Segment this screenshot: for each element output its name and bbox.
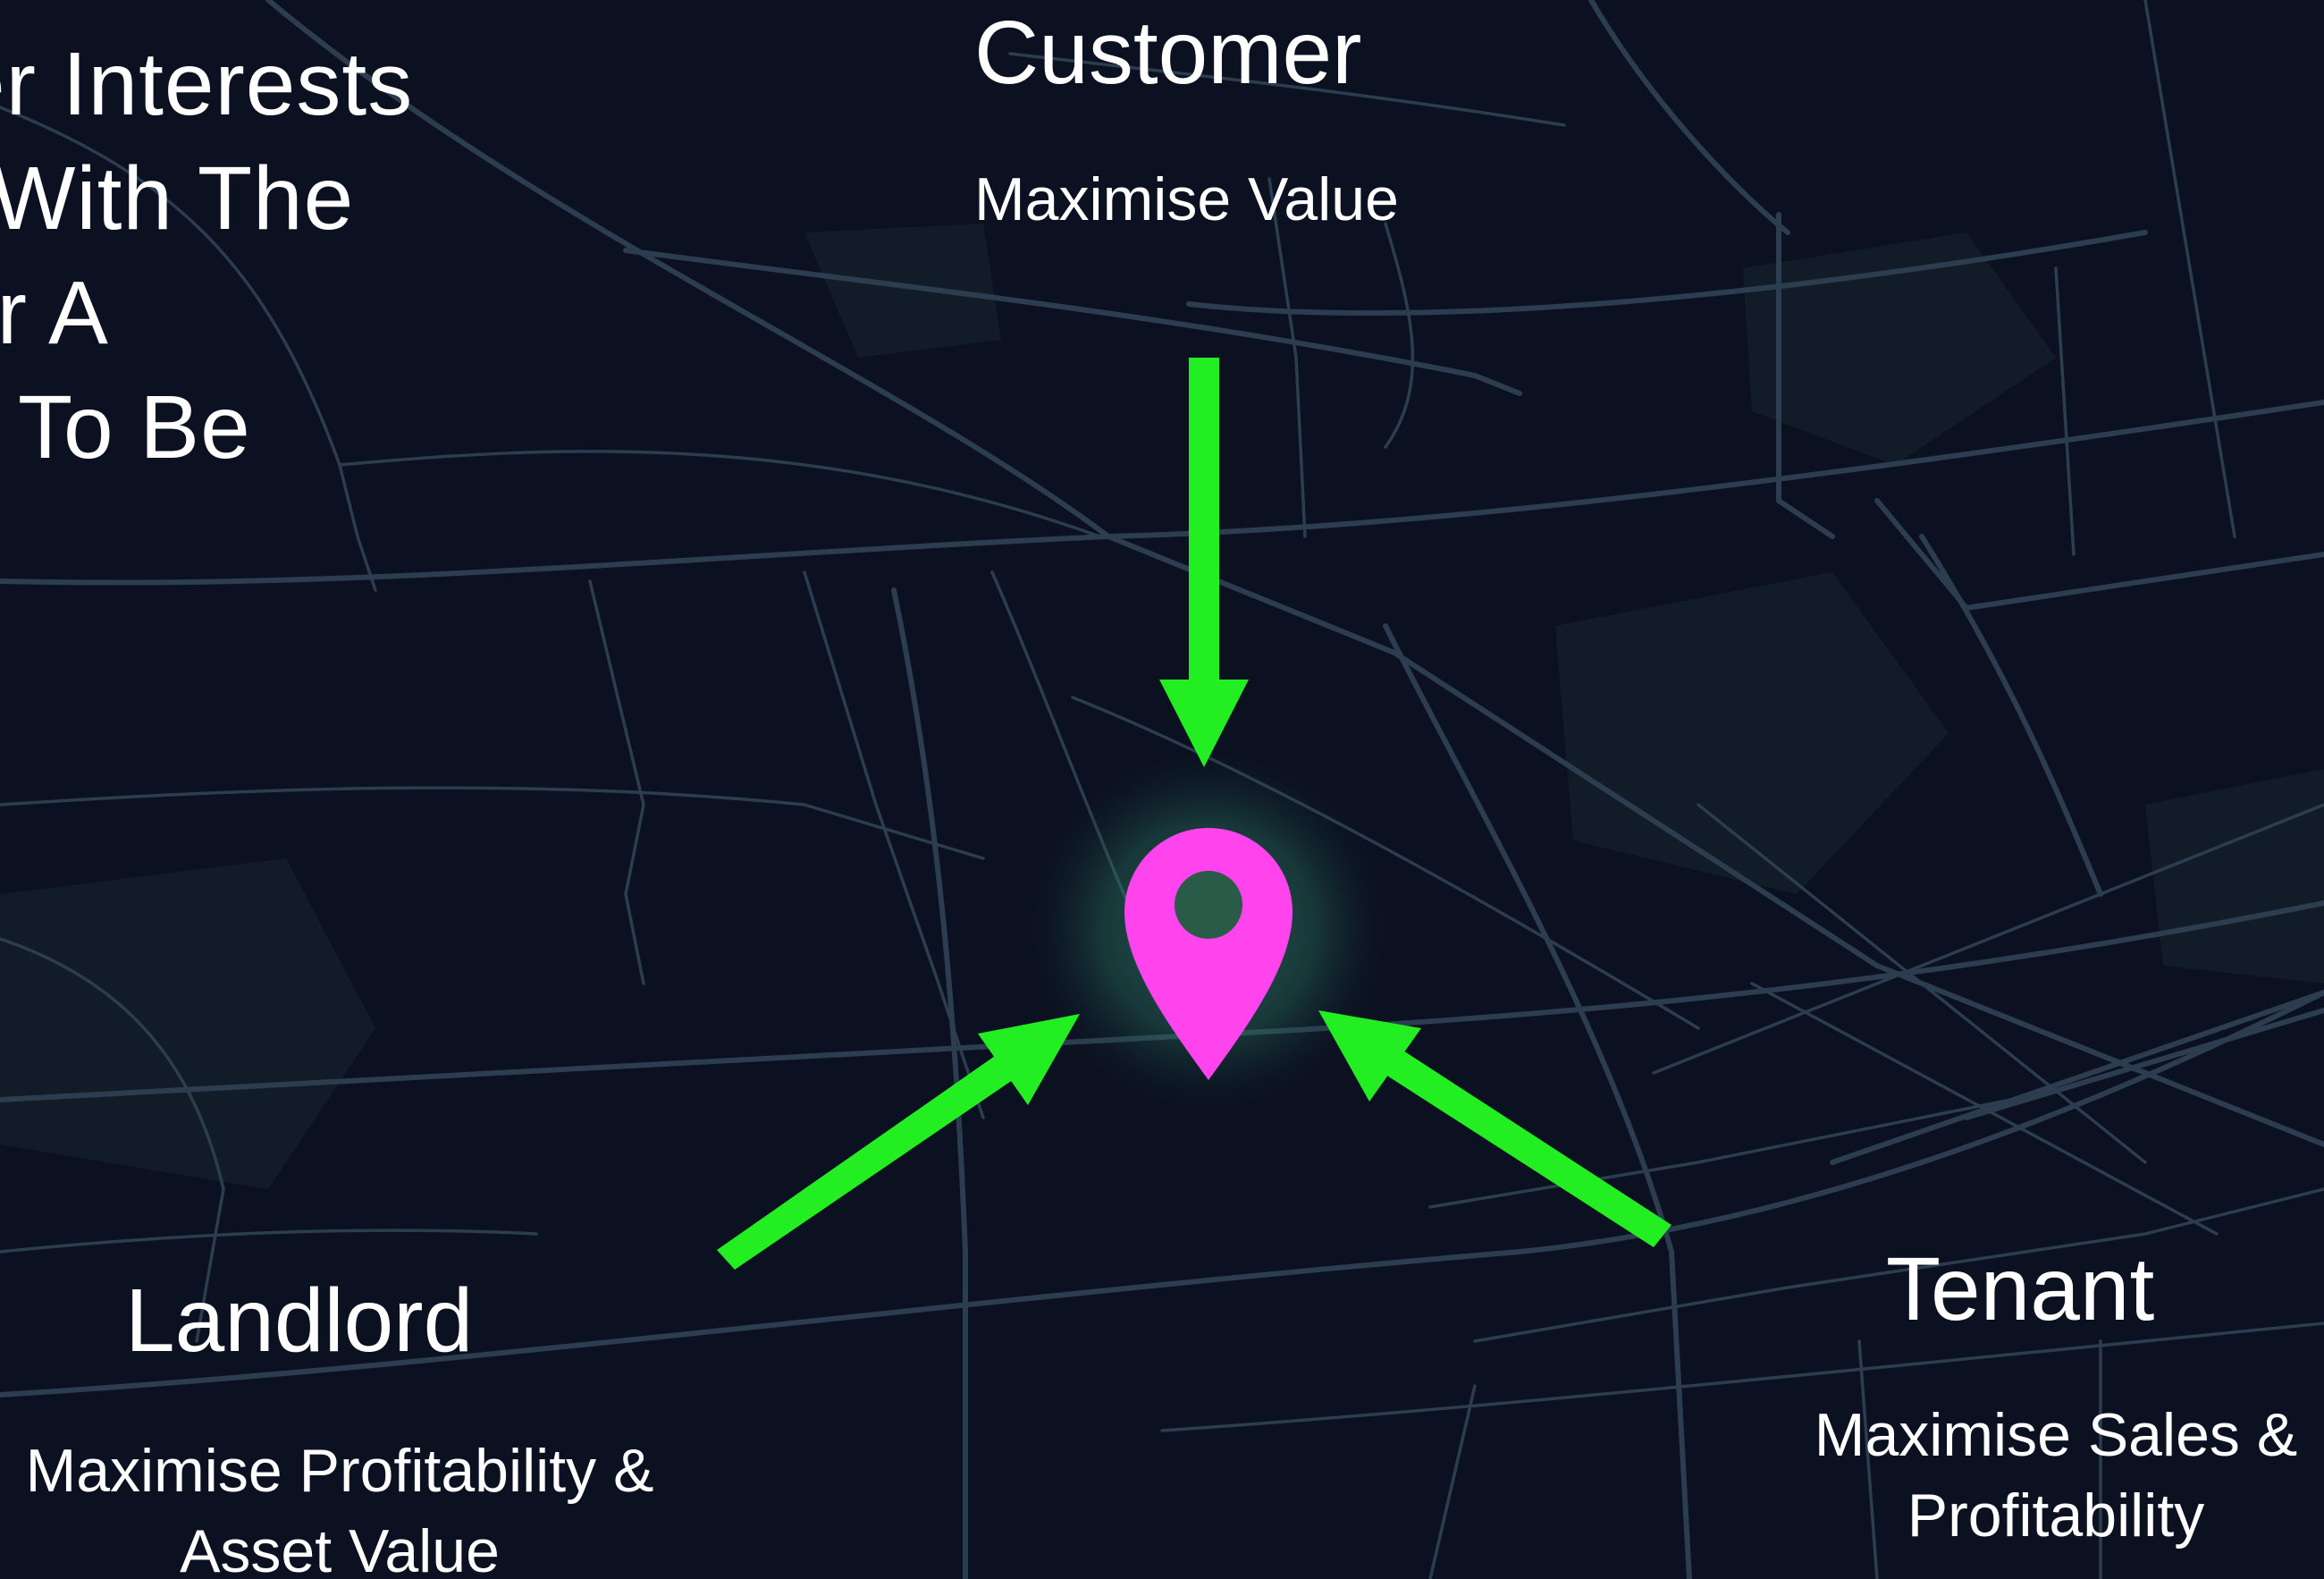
tenant-heading: Tenant xyxy=(1886,1239,2155,1339)
intro-line: With The xyxy=(0,148,355,249)
intro-text: er Interests With The or A To Be xyxy=(0,27,465,485)
customer-heading: Customer xyxy=(974,3,1362,103)
intro-line: or A xyxy=(0,263,109,363)
intro-line: er Interests xyxy=(0,34,414,134)
intro-line: To Be xyxy=(18,377,251,477)
tenant-subtitle: Maximise Sales & Profitability xyxy=(1814,1401,2298,1549)
customer-subtitle: Maximise Value xyxy=(974,165,1399,233)
landlord-subtitle: Maximise Profitability & Asset Value xyxy=(25,1437,654,1579)
landlord-heading: Landlord xyxy=(125,1271,474,1371)
slide: er Interests With The or A To Be Custome… xyxy=(0,0,2324,1579)
